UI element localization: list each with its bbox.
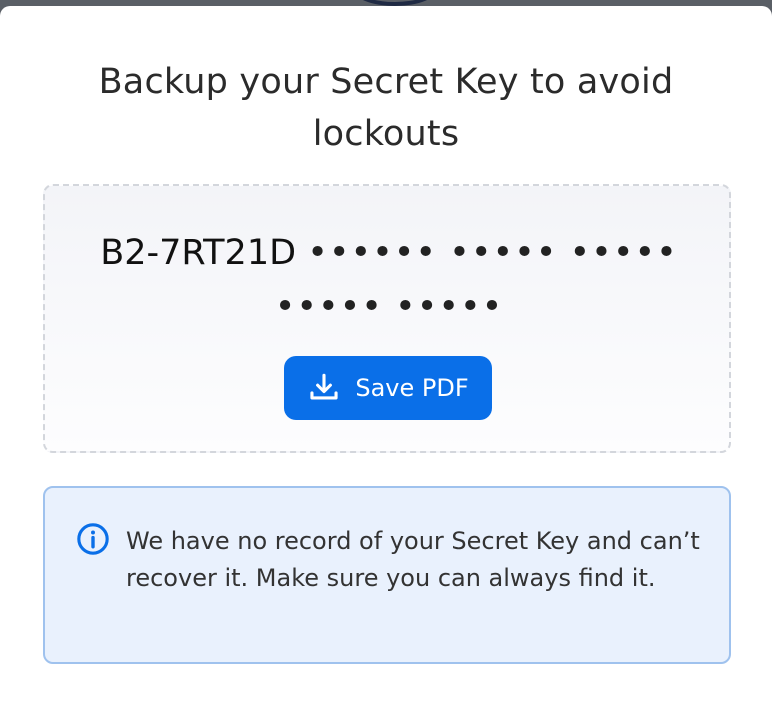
download-icon — [307, 371, 341, 405]
save-pdf-label: Save PDF — [355, 374, 469, 402]
secret-key-masked-part: •••••• ••••• ••••• ••••• ••••• — [274, 233, 678, 327]
secret-key-visible-part: B2-7RT21D — [100, 233, 297, 273]
backup-secret-key-dialog: Backup your Secret Key to avoid lockouts… — [0, 6, 772, 706]
notice-text: We have no record of your Secret Key and… — [126, 527, 700, 592]
info-icon — [76, 522, 110, 556]
no-recovery-notice: We have no record of your Secret Key and… — [43, 486, 731, 664]
secret-key-panel: B2-7RT21D •••••• ••••• ••••• ••••• •••••… — [43, 184, 731, 453]
dialog-title: Backup your Secret Key to avoid lockouts — [98, 62, 674, 154]
save-pdf-button[interactable]: Save PDF — [284, 356, 492, 420]
secret-key-display: B2-7RT21D •••••• ••••• ••••• ••••• ••••• — [65, 226, 713, 334]
